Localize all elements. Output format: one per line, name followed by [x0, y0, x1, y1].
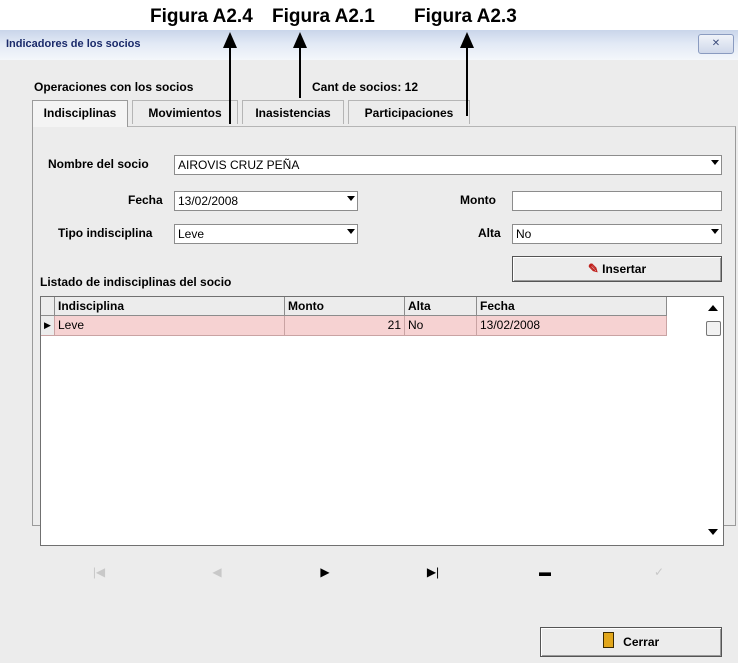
chevron-down-icon: [347, 229, 355, 234]
panel-heading: Operaciones con los socios: [34, 80, 194, 94]
fecha-value: 13/02/2008: [178, 194, 239, 208]
row-indicator-icon: ▶: [41, 316, 55, 336]
scroll-down-icon[interactable]: [708, 529, 718, 535]
col-header-monto[interactable]: Monto: [285, 297, 405, 316]
arrow-to-movimientos: [223, 32, 237, 124]
alta-select[interactable]: No: [512, 224, 722, 244]
insert-icon: ✎: [587, 261, 599, 276]
figure-caption-a2-3: Figura A2.3: [414, 6, 517, 27]
scroll-thumb[interactable]: [706, 321, 721, 336]
socio-label: Nombre del socio: [48, 157, 149, 171]
col-header-fecha[interactable]: Fecha: [477, 297, 667, 316]
grid-scrollbar[interactable]: [703, 297, 723, 545]
close-label: Cerrar: [623, 635, 660, 649]
figure-caption-a2-1: Figura A2.1: [272, 6, 375, 27]
monto-input[interactable]: [512, 191, 722, 211]
listado-label: Listado de indisciplinas del socio: [40, 275, 232, 289]
alta-value: No: [516, 227, 532, 241]
tipo-value: Leve: [178, 227, 205, 241]
member-count: Cant de socios: 12: [312, 80, 419, 94]
footer-bar: Cerrar: [0, 600, 738, 657]
chevron-down-icon: [711, 160, 719, 165]
door-icon: [602, 632, 614, 648]
cell-fecha[interactable]: 13/02/2008: [477, 316, 667, 336]
cell-indisciplina[interactable]: Leve: [55, 316, 285, 336]
prior-icon[interactable]: ◀: [202, 560, 232, 584]
figure-caption-a2-4: Figura A2.4: [150, 6, 253, 27]
next-icon[interactable]: ▶: [310, 560, 340, 584]
tab-participaciones[interactable]: Participaciones: [348, 100, 470, 124]
tipo-label: Tipo indisciplina: [58, 226, 153, 240]
socio-value: AIROVIS CRUZ PEÑA: [178, 158, 300, 172]
title-bar: Indicadores de los socios ✕: [0, 30, 738, 60]
cell-monto[interactable]: 21: [285, 316, 405, 336]
chevron-down-icon: [711, 229, 719, 234]
arrow-to-indisciplinas: [293, 32, 307, 98]
socio-select[interactable]: AIROVIS CRUZ PEÑA: [174, 155, 722, 175]
monto-label: Monto: [460, 193, 496, 207]
insert-label: Insertar: [602, 262, 647, 276]
db-navigator: |◀ ◀ ▶ ▶| ▬ ✓: [60, 560, 710, 584]
grid-indicator-header: [41, 297, 55, 316]
col-header-indisciplina[interactable]: Indisciplina: [55, 297, 285, 316]
col-header-alta[interactable]: Alta: [405, 297, 477, 316]
indisciplinas-grid[interactable]: Indisciplina Monto Alta Fecha ▶ Leve 21 …: [40, 296, 724, 546]
last-icon[interactable]: ▶|: [418, 560, 448, 584]
chevron-down-icon: [347, 196, 355, 201]
cell-alta[interactable]: No: [405, 316, 477, 336]
post-icon[interactable]: ✓: [644, 560, 674, 584]
first-icon[interactable]: |◀: [84, 560, 114, 584]
window-close-button[interactable]: ✕: [698, 34, 734, 54]
alta-label: Alta: [478, 226, 501, 240]
tab-indisciplinas[interactable]: Indisciplinas: [32, 100, 128, 127]
scroll-up-icon[interactable]: [708, 305, 718, 311]
delete-icon[interactable]: ▬: [530, 560, 560, 584]
close-button[interactable]: Cerrar: [540, 627, 722, 657]
fecha-picker[interactable]: 13/02/2008: [174, 191, 358, 211]
insert-button[interactable]: ✎ Insertar: [512, 256, 722, 282]
arrow-to-participaciones: [460, 32, 474, 116]
window-title: Indicadores de los socios: [6, 38, 141, 50]
tipo-select[interactable]: Leve: [174, 224, 358, 244]
tab-inasistencias[interactable]: Inasistencias: [242, 100, 344, 124]
fecha-label: Fecha: [128, 193, 163, 207]
